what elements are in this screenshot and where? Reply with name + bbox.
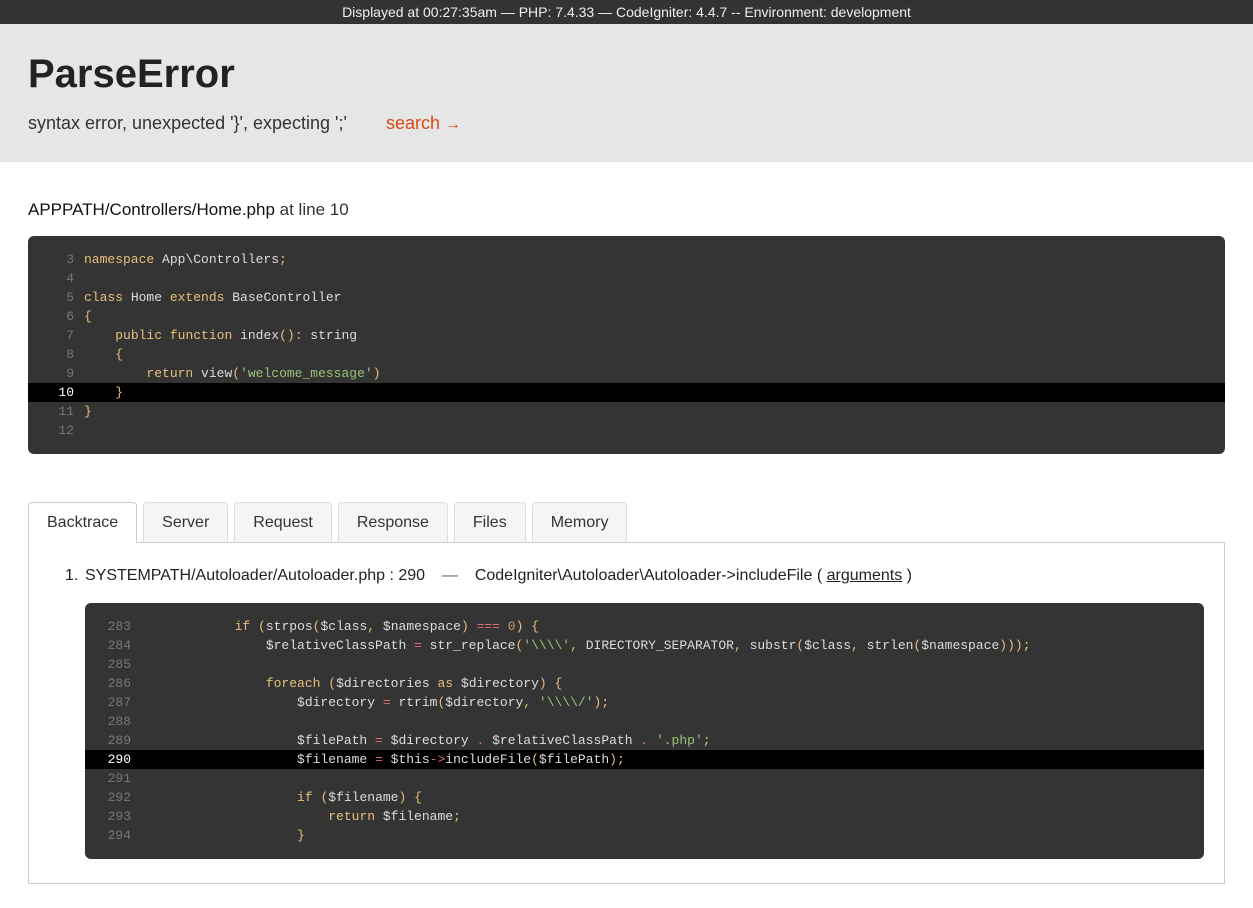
backtrace-code-block: 283 if (strpos($class, $namespace) === 0… (85, 603, 1204, 859)
tabs-container: Backtrace Server Request Response Files … (28, 502, 1225, 884)
backtrace-call: CodeIgniter\Autoloader\Autoloader->inclu… (475, 567, 822, 584)
tab-content-backtrace: 1. SYSTEMPATH/Autoloader/Autoloader.php … (28, 542, 1225, 884)
at-line-label: at line (280, 200, 325, 219)
backtrace-entry: 1. SYSTEMPATH/Autoloader/Autoloader.php … (85, 567, 1204, 585)
backtrace-index: 1. (65, 567, 78, 585)
backtrace-path: SYSTEMPATH/Autoloader/Autoloader.php : 2… (85, 567, 425, 584)
error-title: ParseError (28, 52, 1225, 97)
tab-backtrace[interactable]: Backtrace (28, 502, 137, 543)
backtrace-separator: — (442, 567, 458, 584)
search-link[interactable]: search → (386, 113, 461, 133)
tab-list: Backtrace Server Request Response Files … (28, 502, 1225, 543)
main-container: APPPATH/Controllers/Home.php at line 10 … (0, 162, 1253, 908)
backtrace-call-close: ) (907, 567, 912, 584)
source-code-block: 3namespace App\Controllers; 4 5class Hom… (28, 236, 1225, 454)
backtrace-arguments-link[interactable]: arguments (827, 567, 903, 584)
error-header: ParseError syntax error, unexpected '}',… (0, 24, 1253, 162)
tab-memory[interactable]: Memory (532, 502, 628, 543)
tab-request[interactable]: Request (234, 502, 332, 543)
search-link-label: search (386, 113, 440, 133)
tab-response[interactable]: Response (338, 502, 448, 543)
environment-bar: Displayed at 00:27:35am — PHP: 7.4.33 — … (0, 0, 1253, 24)
error-message: syntax error, unexpected '}', expecting … (28, 113, 347, 133)
tab-files[interactable]: Files (454, 502, 526, 543)
source-line-number: 10 (330, 200, 349, 219)
arrow-right-icon: → (445, 116, 461, 133)
tab-server[interactable]: Server (143, 502, 228, 543)
source-path: APPPATH/Controllers/Home.php (28, 200, 275, 219)
source-file-header: APPPATH/Controllers/Home.php at line 10 (28, 200, 1225, 220)
